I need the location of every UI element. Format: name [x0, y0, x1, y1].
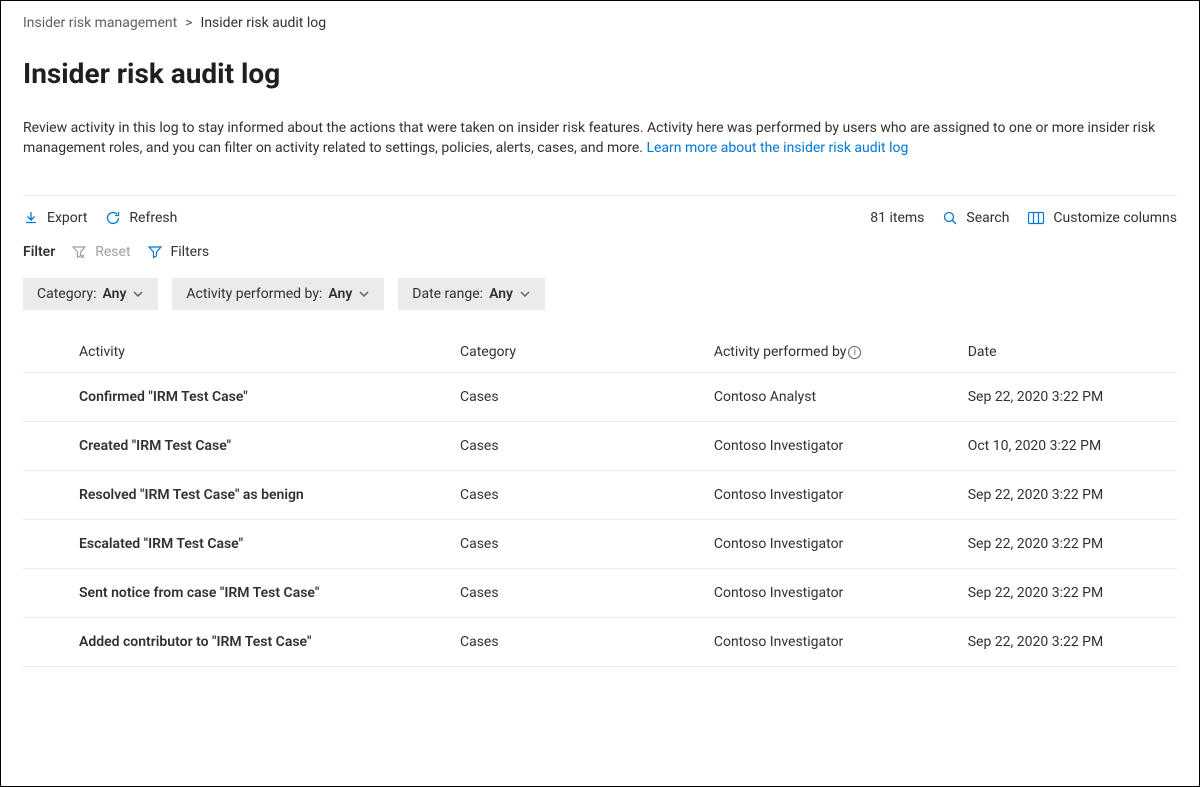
search-label: Search [966, 210, 1009, 226]
filter-pill-date-range[interactable]: Date range: Any [398, 278, 545, 310]
pill-label: Activity performed by: [186, 286, 322, 302]
col-activity[interactable]: Activity [23, 332, 450, 373]
info-icon[interactable]: i [848, 346, 861, 359]
breadcrumb-separator: > [185, 15, 192, 31]
chevron-down-icon [132, 288, 144, 300]
cell-category: Cases [450, 568, 704, 617]
refresh-label: Refresh [129, 210, 177, 226]
funnel-clear-icon [71, 244, 87, 260]
funnel-icon [147, 244, 163, 260]
cell-category: Cases [450, 470, 704, 519]
page-title: Insider risk audit log [23, 57, 1177, 90]
table-row[interactable]: Escalated "IRM Test Case"CasesContoso In… [23, 519, 1177, 568]
cell-activity: Added contributor to "IRM Test Case" [23, 617, 450, 666]
cell-performed-by: Contoso Investigator [704, 421, 958, 470]
customize-columns-label: Customize columns [1053, 210, 1177, 226]
cell-activity: Created "IRM Test Case" [23, 421, 450, 470]
refresh-icon [105, 210, 121, 226]
cell-activity: Sent notice from case "IRM Test Case" [23, 568, 450, 617]
learn-more-link[interactable]: Learn more about the insider risk audit … [646, 140, 908, 156]
cell-activity: Resolved "IRM Test Case" as benign [23, 470, 450, 519]
page-description: Review activity in this log to stay info… [23, 118, 1177, 159]
export-button[interactable]: Export [23, 210, 87, 226]
export-label: Export [47, 210, 87, 226]
filters-btn-label: Filters [171, 244, 210, 260]
filter-pill-performed-by[interactable]: Activity performed by: Any [172, 278, 384, 310]
filter-pill-category[interactable]: Category: Any [23, 278, 158, 310]
table-row[interactable]: Sent notice from case "IRM Test Case"Cas… [23, 568, 1177, 617]
filter-bar: Filter Reset Filters [23, 244, 1177, 260]
filter-label: Filter [23, 244, 55, 260]
table-header-row: Activity Category Activity performed byi… [23, 332, 1177, 373]
filters-button[interactable]: Filters [147, 244, 210, 260]
pill-label: Date range: [412, 286, 483, 302]
cell-category: Cases [450, 372, 704, 421]
cell-category: Cases [450, 421, 704, 470]
table-row[interactable]: Resolved "IRM Test Case" as benignCasesC… [23, 470, 1177, 519]
chevron-down-icon [519, 288, 531, 300]
cell-category: Cases [450, 617, 704, 666]
cell-activity: Escalated "IRM Test Case" [23, 519, 450, 568]
cell-performed-by: Contoso Investigator [704, 470, 958, 519]
col-date[interactable]: Date [958, 332, 1177, 373]
chevron-down-icon [358, 288, 370, 300]
col-performed-by-label: Activity performed by [714, 344, 847, 360]
cell-date: Sep 22, 2020 3:22 PM [958, 470, 1177, 519]
cell-date: Sep 22, 2020 3:22 PM [958, 617, 1177, 666]
breadcrumb-parent[interactable]: Insider risk management [23, 15, 177, 31]
cell-date: Sep 22, 2020 3:22 PM [958, 372, 1177, 421]
col-performed-by[interactable]: Activity performed byi [704, 332, 958, 373]
refresh-button[interactable]: Refresh [105, 210, 177, 226]
col-category[interactable]: Category [450, 332, 704, 373]
search-button[interactable]: Search [942, 210, 1009, 226]
description-text: Review activity in this log to stay info… [23, 120, 1155, 156]
pill-value: Any [489, 286, 513, 302]
table-row[interactable]: Created "IRM Test Case"CasesContoso Inve… [23, 421, 1177, 470]
cell-performed-by: Contoso Analyst [704, 372, 958, 421]
cell-date: Sep 22, 2020 3:22 PM [958, 568, 1177, 617]
cell-date: Oct 10, 2020 3:22 PM [958, 421, 1177, 470]
item-count: 81 items [870, 210, 924, 226]
customize-columns-button[interactable]: Customize columns [1027, 210, 1177, 226]
table-row[interactable]: Added contributor to "IRM Test Case"Case… [23, 617, 1177, 666]
audit-log-table: Activity Category Activity performed byi… [23, 332, 1177, 667]
cell-date: Sep 22, 2020 3:22 PM [958, 519, 1177, 568]
command-bar: Export Refresh 81 items Search [23, 195, 1177, 244]
reset-filters-button[interactable]: Reset [71, 244, 130, 260]
pill-value: Any [328, 286, 352, 302]
reset-label: Reset [95, 244, 130, 260]
cell-performed-by: Contoso Investigator [704, 617, 958, 666]
breadcrumb: Insider risk management > Insider risk a… [23, 15, 1177, 31]
download-icon [23, 210, 39, 226]
search-icon [942, 210, 958, 226]
columns-icon [1027, 210, 1045, 226]
table-row[interactable]: Confirmed "IRM Test Case"CasesContoso An… [23, 372, 1177, 421]
cell-category: Cases [450, 519, 704, 568]
pill-value: Any [102, 286, 126, 302]
filter-pills: Category: Any Activity performed by: Any… [23, 278, 1177, 310]
cell-performed-by: Contoso Investigator [704, 519, 958, 568]
cell-performed-by: Contoso Investigator [704, 568, 958, 617]
cell-activity: Confirmed "IRM Test Case" [23, 372, 450, 421]
breadcrumb-current: Insider risk audit log [201, 15, 327, 31]
pill-label: Category: [37, 286, 96, 302]
